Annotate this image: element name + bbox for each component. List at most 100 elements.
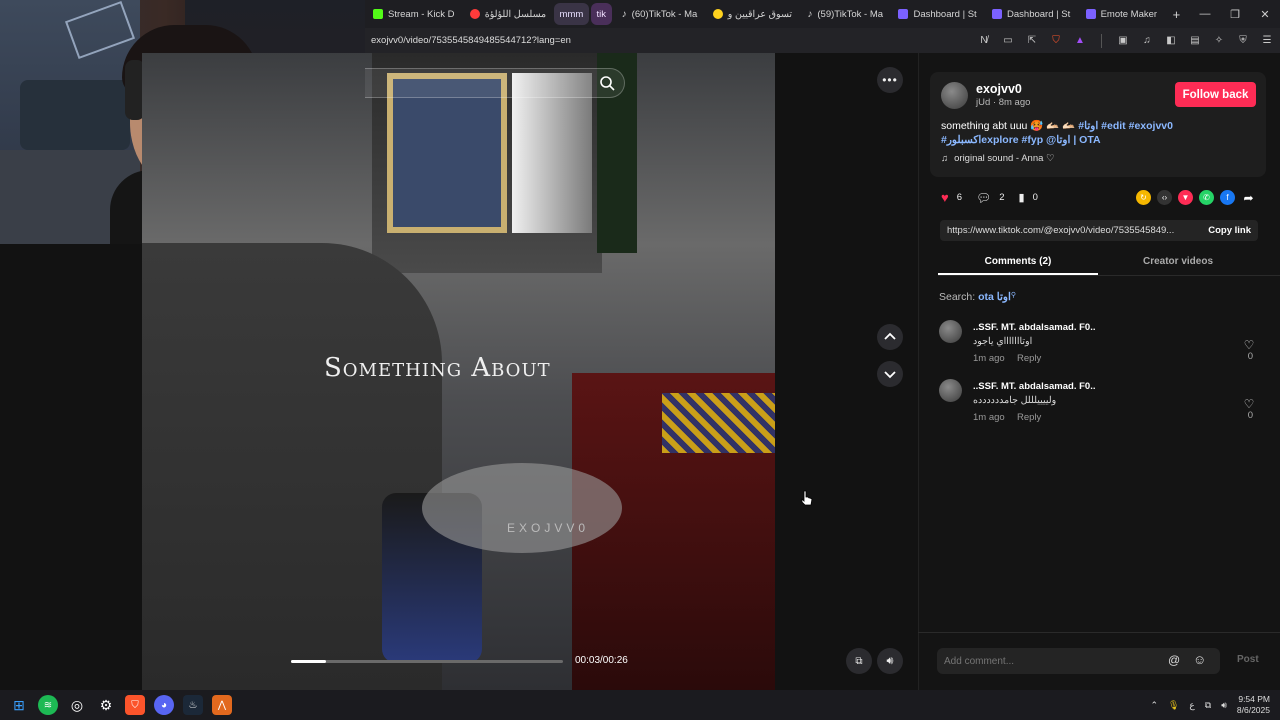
share-arrow-icon[interactable]: ➦ [1241, 190, 1256, 205]
taskbar-clock[interactable]: 9:54 PM 8/6/2025 [1237, 694, 1270, 716]
bookmark-icon: ▮ [1018, 192, 1025, 204]
smiley-icon [712, 9, 723, 19]
windows-start-icon[interactable]: ⊞ [9, 695, 29, 715]
pip-icon: ⧉ [855, 655, 863, 667]
discord-icon[interactable]: ◕ [154, 695, 174, 715]
close-icon[interactable]: ✕ [1250, 8, 1280, 21]
chevron-down-icon [884, 371, 896, 379]
heart-icon: ♥ [941, 190, 949, 205]
copy-link-button[interactable]: Copy link [1200, 225, 1251, 236]
reply-button[interactable]: Reply [1017, 412, 1041, 423]
browser-tab[interactable]: Emote Maker [1078, 3, 1163, 25]
mouse-cursor-icon [801, 490, 813, 511]
video-overlay-title: Something About [324, 353, 551, 383]
brave-browser-icon[interactable]: ⛉ [125, 695, 145, 715]
follow-back-button[interactable]: Follow back [1175, 82, 1256, 107]
pip-button[interactable]: ⧉ [846, 648, 872, 674]
share-link-url[interactable]: https://www.tiktok.com/@exojvv0/video/75… [947, 225, 1200, 236]
browser-tab[interactable]: تسوق عراقيين و [705, 3, 798, 25]
commenter-name[interactable]: ..SSF. MT. abdalsamad. F0.. [973, 381, 1095, 392]
network-icon[interactable]: ⧉ [1205, 700, 1211, 711]
media-icon[interactable]: ♫ [1140, 34, 1154, 48]
send-icon[interactable]: ▼ [1178, 190, 1193, 205]
volume-icon[interactable]: 🔊︎ [1221, 700, 1227, 711]
tab-group-tik[interactable]: tik [590, 3, 612, 25]
previous-video-button[interactable] [877, 324, 903, 350]
tab-creator-videos[interactable]: Creator videos [1098, 250, 1258, 275]
share-icon[interactable]: ⇱ [1025, 34, 1039, 48]
comment-like-count: 0 [1247, 410, 1253, 421]
tiktok-icon: ♪ [807, 8, 813, 20]
app-icon[interactable]: ⋀ [212, 695, 232, 715]
video-progress-bar[interactable] [291, 660, 563, 663]
hashtag-link[interactable]: #exojvv0 [1129, 120, 1173, 132]
rewards-icon[interactable]: ▲ [1073, 34, 1087, 48]
steam-icon[interactable]: ♨ [183, 695, 203, 715]
emoji-icon[interactable]: ☺ [1193, 652, 1206, 667]
hashtag-line[interactable]: #اكسبلورexplore #fyp @اوتا | OTA [941, 134, 1101, 146]
leo-icon[interactable]: ✧ [1212, 34, 1226, 48]
facebook-icon[interactable]: f [1220, 190, 1235, 205]
wallet-icon[interactable]: ▤ [1188, 34, 1202, 48]
search-input[interactable] [365, 68, 625, 98]
search-suggestion[interactable]: Search: ota اوتا⚲ [939, 291, 1016, 303]
address-bar[interactable]: exojvv0/video/7535545849485544712?lang=e… [365, 28, 1280, 53]
sidebar-icon[interactable]: ◧ [1164, 34, 1178, 48]
browser-tab[interactable]: مسلسل اللؤلؤة [462, 3, 552, 25]
embed-icon[interactable]: ‹› [1157, 190, 1172, 205]
cast-icon[interactable]: ▭ [1001, 34, 1015, 48]
hashtag-link[interactable]: #اوتا [1078, 120, 1098, 132]
comment-item: ..SSF. MT. abdalsamad. F0.. اوتاااااااي … [939, 320, 1259, 370]
obs-icon[interactable]: ◎ [67, 695, 87, 715]
save-button[interactable]: ▮ 0 [1019, 191, 1038, 204]
brave-shield-icon[interactable]: ⛉ [1049, 34, 1063, 48]
url-text[interactable]: exojvv0/video/7535545849485544712?lang=e… [371, 35, 571, 46]
volume-button[interactable]: 🔊︎ [877, 648, 903, 674]
tab-group-mmm[interactable]: mmm [553, 3, 589, 25]
more-options-button[interactable]: ••• [877, 67, 903, 93]
screenshot-icon[interactable]: ▣ [1116, 34, 1130, 48]
author-name[interactable]: exojvv0 [976, 82, 1022, 96]
sound-link[interactable]: ♫ original sound - Anna ♡︎ [941, 153, 1055, 164]
browser-tab[interactable]: Stream - Kick D [365, 3, 460, 25]
comment-time: 1m ago [973, 353, 1005, 364]
new-tab-button[interactable]: + [1165, 3, 1188, 25]
commenter-name[interactable]: ..SSF. MT. abdalsamad. F0.. [973, 322, 1095, 333]
volume-icon: 🔊︎ [886, 654, 894, 667]
minimize-icon[interactable]: — [1190, 8, 1220, 21]
comment-like-count: 0 [1247, 351, 1253, 362]
browser-tab[interactable]: ♪ (59)TikTok - Ma [799, 3, 888, 25]
vpn-icon[interactable]: ⛨ [1236, 34, 1250, 48]
search-icon[interactable] [596, 72, 618, 94]
spotify-icon[interactable]: ≋ [38, 695, 58, 715]
reply-button[interactable]: Reply [1017, 353, 1041, 364]
whatsapp-icon[interactable]: ✆ [1199, 190, 1214, 205]
browser-tab[interactable]: Dashboard | St [890, 3, 982, 25]
menu-icon[interactable]: ☰ [1260, 34, 1274, 48]
streamlabs-icon [992, 9, 1003, 19]
browser-tab[interactable]: Dashboard | St [984, 3, 1076, 25]
chevron-up-icon[interactable]: ⌃ [1150, 700, 1158, 711]
hashtag-link[interactable]: #edit [1101, 120, 1126, 132]
commenter-avatar[interactable] [939, 379, 962, 402]
tab-comments[interactable]: Comments (2) [938, 250, 1098, 275]
engagement-stats: ♥ 6 💬︎ 2 ▮ 0 [941, 190, 1048, 205]
mention-icon[interactable]: @ [1168, 653, 1180, 667]
post-comment-button[interactable]: Post [1237, 654, 1259, 665]
commenter-avatar[interactable] [939, 320, 962, 343]
repost-icon[interactable]: ↻ [1136, 190, 1151, 205]
comment-button[interactable]: 💬︎ 2 [976, 191, 1005, 205]
reader-icon[interactable]: N̸ [977, 34, 991, 48]
next-video-button[interactable] [877, 361, 903, 387]
heart-outline-icon: ♡ [1243, 338, 1255, 352]
microphone-icon[interactable]: 🎙︎ [1168, 700, 1179, 711]
caption-text: something abt uuu 🥵 🫴🏻 🫴🏻 [941, 120, 1076, 132]
music-note-icon: ♫ [941, 153, 949, 164]
author-avatar[interactable] [941, 82, 968, 109]
like-button[interactable]: ♥ 6 [941, 190, 962, 205]
settings-icon[interactable]: ⚙ [96, 695, 116, 715]
language-indicator[interactable]: ع [1189, 700, 1194, 711]
share-icons: ↻ ‹› ▼ ✆ f ➦ [1136, 190, 1256, 205]
browser-tab[interactable]: ♪ (60)TikTok - Ma [614, 3, 703, 25]
maximize-icon[interactable]: ❐ [1220, 8, 1250, 21]
